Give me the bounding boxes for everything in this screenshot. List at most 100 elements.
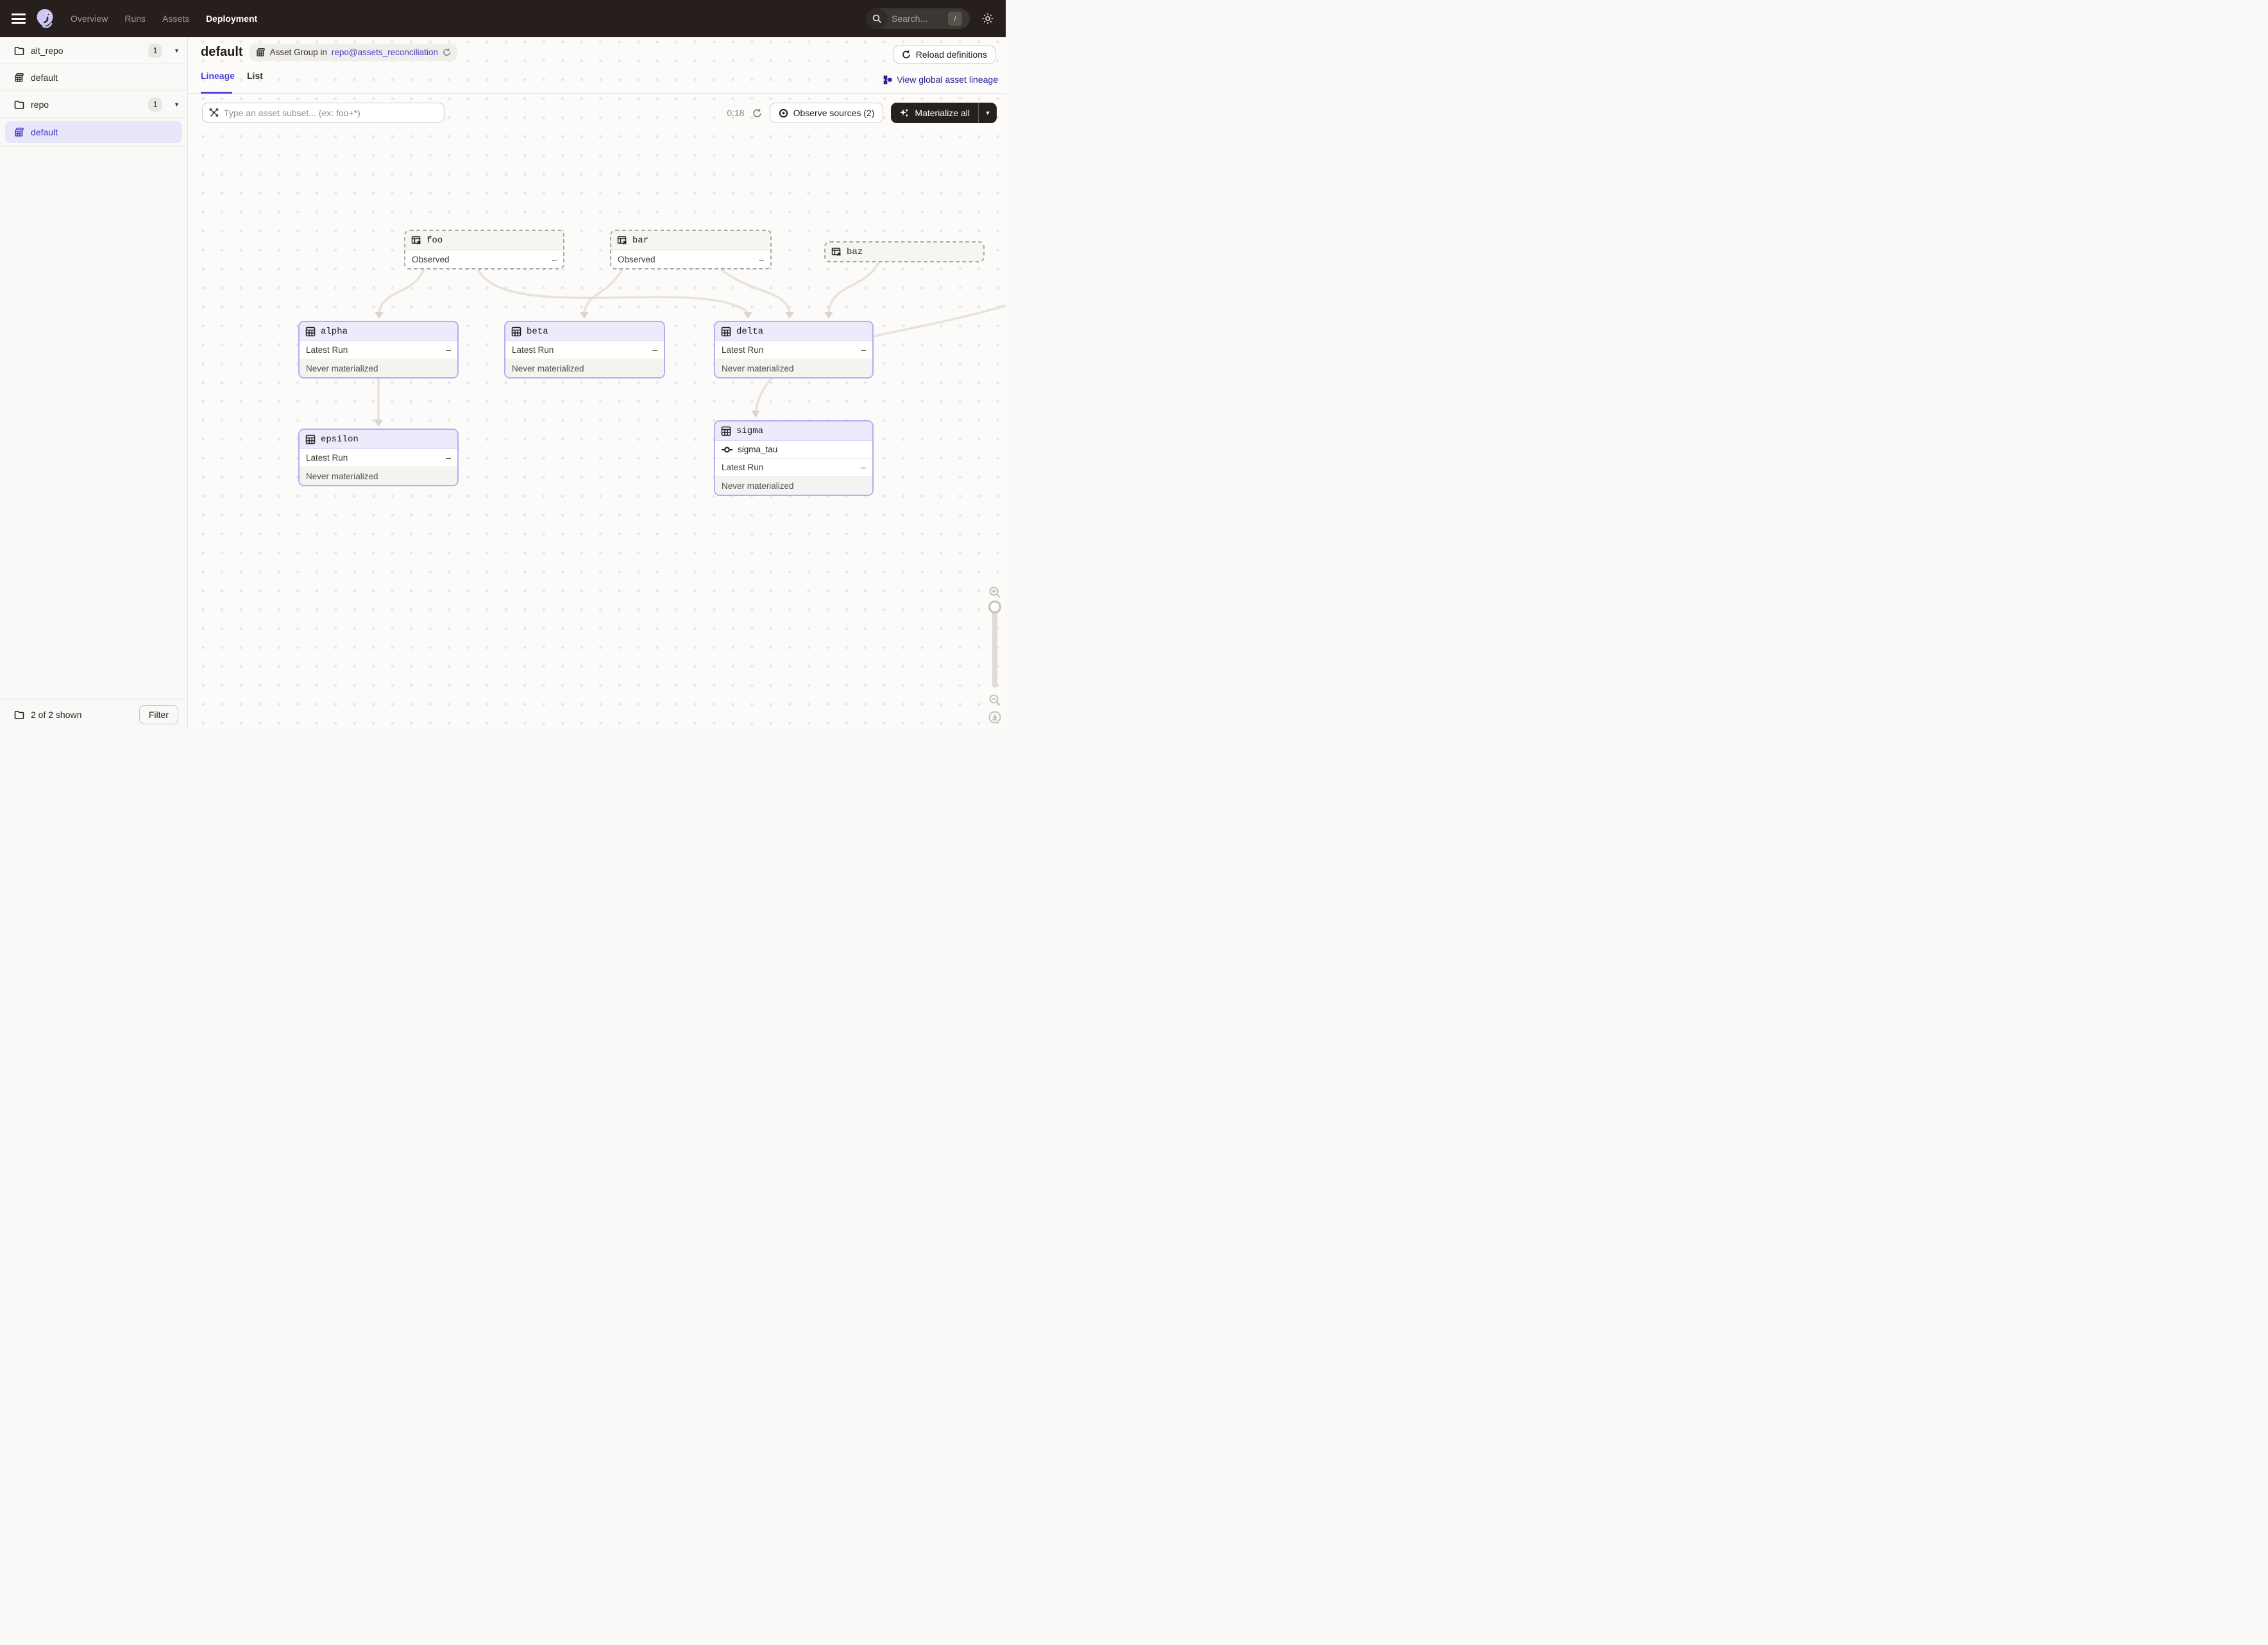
latest-run-label: Latest Run — [512, 345, 554, 355]
zoom-out-icon[interactable] — [988, 694, 1001, 706]
asset-node-alpha[interactable]: alpha Latest Run – Never materialized — [298, 321, 459, 379]
sidebar-item-alt-repo[interactable]: alt_repo 1 ▼ — [0, 37, 187, 64]
settings-gear-icon[interactable] — [981, 12, 994, 25]
graph-zoom-controls — [987, 584, 1003, 726]
asset-name: sigma — [736, 426, 763, 436]
asset-node-bar[interactable]: bar Observed – — [610, 230, 772, 269]
latest-run-label: Latest Run — [306, 453, 348, 463]
sidebar-item-default-alt[interactable]: default — [0, 64, 187, 91]
folder-icon — [14, 46, 24, 56]
observe-icon — [779, 108, 788, 118]
search-box[interactable]: / — [866, 8, 970, 29]
asset-check-name: sigma_tau — [738, 445, 777, 454]
refresh-icon[interactable] — [752, 108, 762, 118]
dagster-logo-icon[interactable] — [35, 8, 56, 30]
latest-run-value: – — [861, 345, 866, 355]
edge-foo-delta — [478, 269, 747, 312]
table-asset-icon — [305, 327, 316, 337]
table-asset-icon — [305, 434, 316, 445]
asset-node-beta[interactable]: beta Latest Run – Never materialized — [504, 321, 665, 379]
sidebar-item-label: default — [31, 72, 180, 83]
latest-run-value: – — [652, 345, 657, 355]
nav-item-overview[interactable]: Overview — [71, 13, 108, 24]
nav-item-deployment[interactable]: Deployment — [206, 13, 257, 24]
asset-name: delta — [736, 327, 763, 337]
chevron-down-icon[interactable]: ▼ — [174, 101, 180, 108]
top-nav: Overview Runs Assets Deployment / — [0, 0, 1006, 37]
source-asset-icon — [617, 235, 627, 246]
asset-node-epsilon[interactable]: epsilon Latest Run – Never materialized — [298, 429, 459, 486]
observe-sources-button[interactable]: Observe sources (2) — [770, 103, 884, 123]
nav-links: Overview Runs Assets Deployment — [71, 13, 257, 24]
latest-run-value: – — [861, 463, 866, 472]
nav-item-assets[interactable]: Assets — [162, 13, 189, 24]
asset-node-foo[interactable]: foo Observed – — [404, 230, 564, 269]
filter-button[interactable]: Filter — [139, 705, 178, 724]
observed-value: – — [759, 255, 764, 264]
asset-subset-filter[interactable] — [202, 103, 444, 123]
search-input[interactable] — [892, 13, 947, 24]
count-badge: 1 — [148, 44, 162, 58]
count-badge: 1 — [148, 98, 162, 112]
nav-item-runs[interactable]: Runs — [124, 13, 146, 24]
asset-name: baz — [847, 247, 863, 257]
latest-run-value: – — [446, 345, 451, 355]
shown-count-label: 2 of 2 shown — [31, 710, 81, 720]
sidebar-item-label: repo — [31, 99, 142, 110]
materialize-all-button[interactable]: Materialize all ▼ — [891, 103, 997, 123]
latest-run-label: Latest Run — [306, 345, 348, 355]
materialization-status: Never materialized — [512, 364, 584, 373]
zoom-slider[interactable] — [992, 603, 997, 688]
materialization-status: Never materialized — [306, 472, 378, 481]
asset-group-icon — [14, 127, 24, 137]
materialization-status: Never materialized — [306, 364, 378, 373]
asset-check-icon — [722, 446, 732, 454]
observed-label: Observed — [412, 255, 450, 264]
sparkle-icon — [899, 108, 910, 118]
chevron-down-icon[interactable]: ▼ — [174, 47, 180, 54]
latest-run-label: Latest Run — [722, 463, 763, 472]
zoom-slider-knob[interactable] — [988, 601, 1001, 613]
folder-icon — [14, 710, 24, 720]
table-asset-icon — [721, 426, 731, 436]
hamburger-menu-icon[interactable] — [12, 13, 26, 24]
sidebar-item-label: alt_repo — [31, 46, 142, 56]
asset-group-icon — [14, 72, 24, 83]
folder-icon — [14, 99, 24, 110]
observed-value: – — [552, 255, 557, 264]
asset-name: foo — [427, 235, 443, 246]
asset-subset-input[interactable] — [224, 108, 437, 118]
op-selector-icon — [209, 108, 219, 117]
asset-node-baz[interactable]: baz — [824, 241, 985, 262]
download-image-icon[interactable] — [988, 710, 1002, 724]
edge-foo-alpha — [379, 269, 424, 312]
zoom-in-icon[interactable] — [988, 586, 1001, 599]
lineage-edges — [188, 37, 1006, 729]
code-location-sidebar: alt_repo 1 ▼ default repo 1 ▼ default 2 … — [0, 37, 188, 729]
materialization-status: Never materialized — [722, 364, 794, 373]
search-icon — [866, 8, 888, 29]
edge-bar-delta — [720, 269, 790, 312]
sidebar-item-default-selected[interactable]: default — [5, 121, 182, 143]
refresh-countdown: 0:18 — [727, 108, 744, 118]
asset-name: epsilon — [321, 434, 359, 445]
materialize-dropdown-caret[interactable]: ▼ — [979, 103, 997, 123]
table-asset-icon — [721, 327, 731, 337]
sidebar-item-label: default — [31, 127, 58, 137]
source-asset-icon — [831, 247, 842, 257]
asset-graph-region: default Asset Group in repo@assets_recon… — [188, 37, 1006, 729]
materialization-status: Never materialized — [722, 481, 794, 491]
sidebar-item-repo[interactable]: repo 1 ▼ — [0, 91, 187, 118]
latest-run-value: – — [446, 453, 451, 463]
source-asset-icon — [411, 235, 421, 246]
table-asset-icon — [511, 327, 521, 337]
asset-node-delta[interactable]: delta Latest Run – Never materialized — [714, 321, 874, 379]
asset-name: beta — [527, 327, 548, 337]
asset-name: alpha — [321, 327, 348, 337]
search-shortcut-badge: / — [948, 12, 962, 26]
asset-name: bar — [632, 235, 648, 246]
observed-label: Observed — [618, 255, 656, 264]
edge-bar-beta — [584, 269, 623, 312]
edge-baz-delta — [829, 261, 879, 312]
asset-node-sigma[interactable]: sigma sigma_tau Latest Run – Never mater… — [714, 420, 874, 496]
